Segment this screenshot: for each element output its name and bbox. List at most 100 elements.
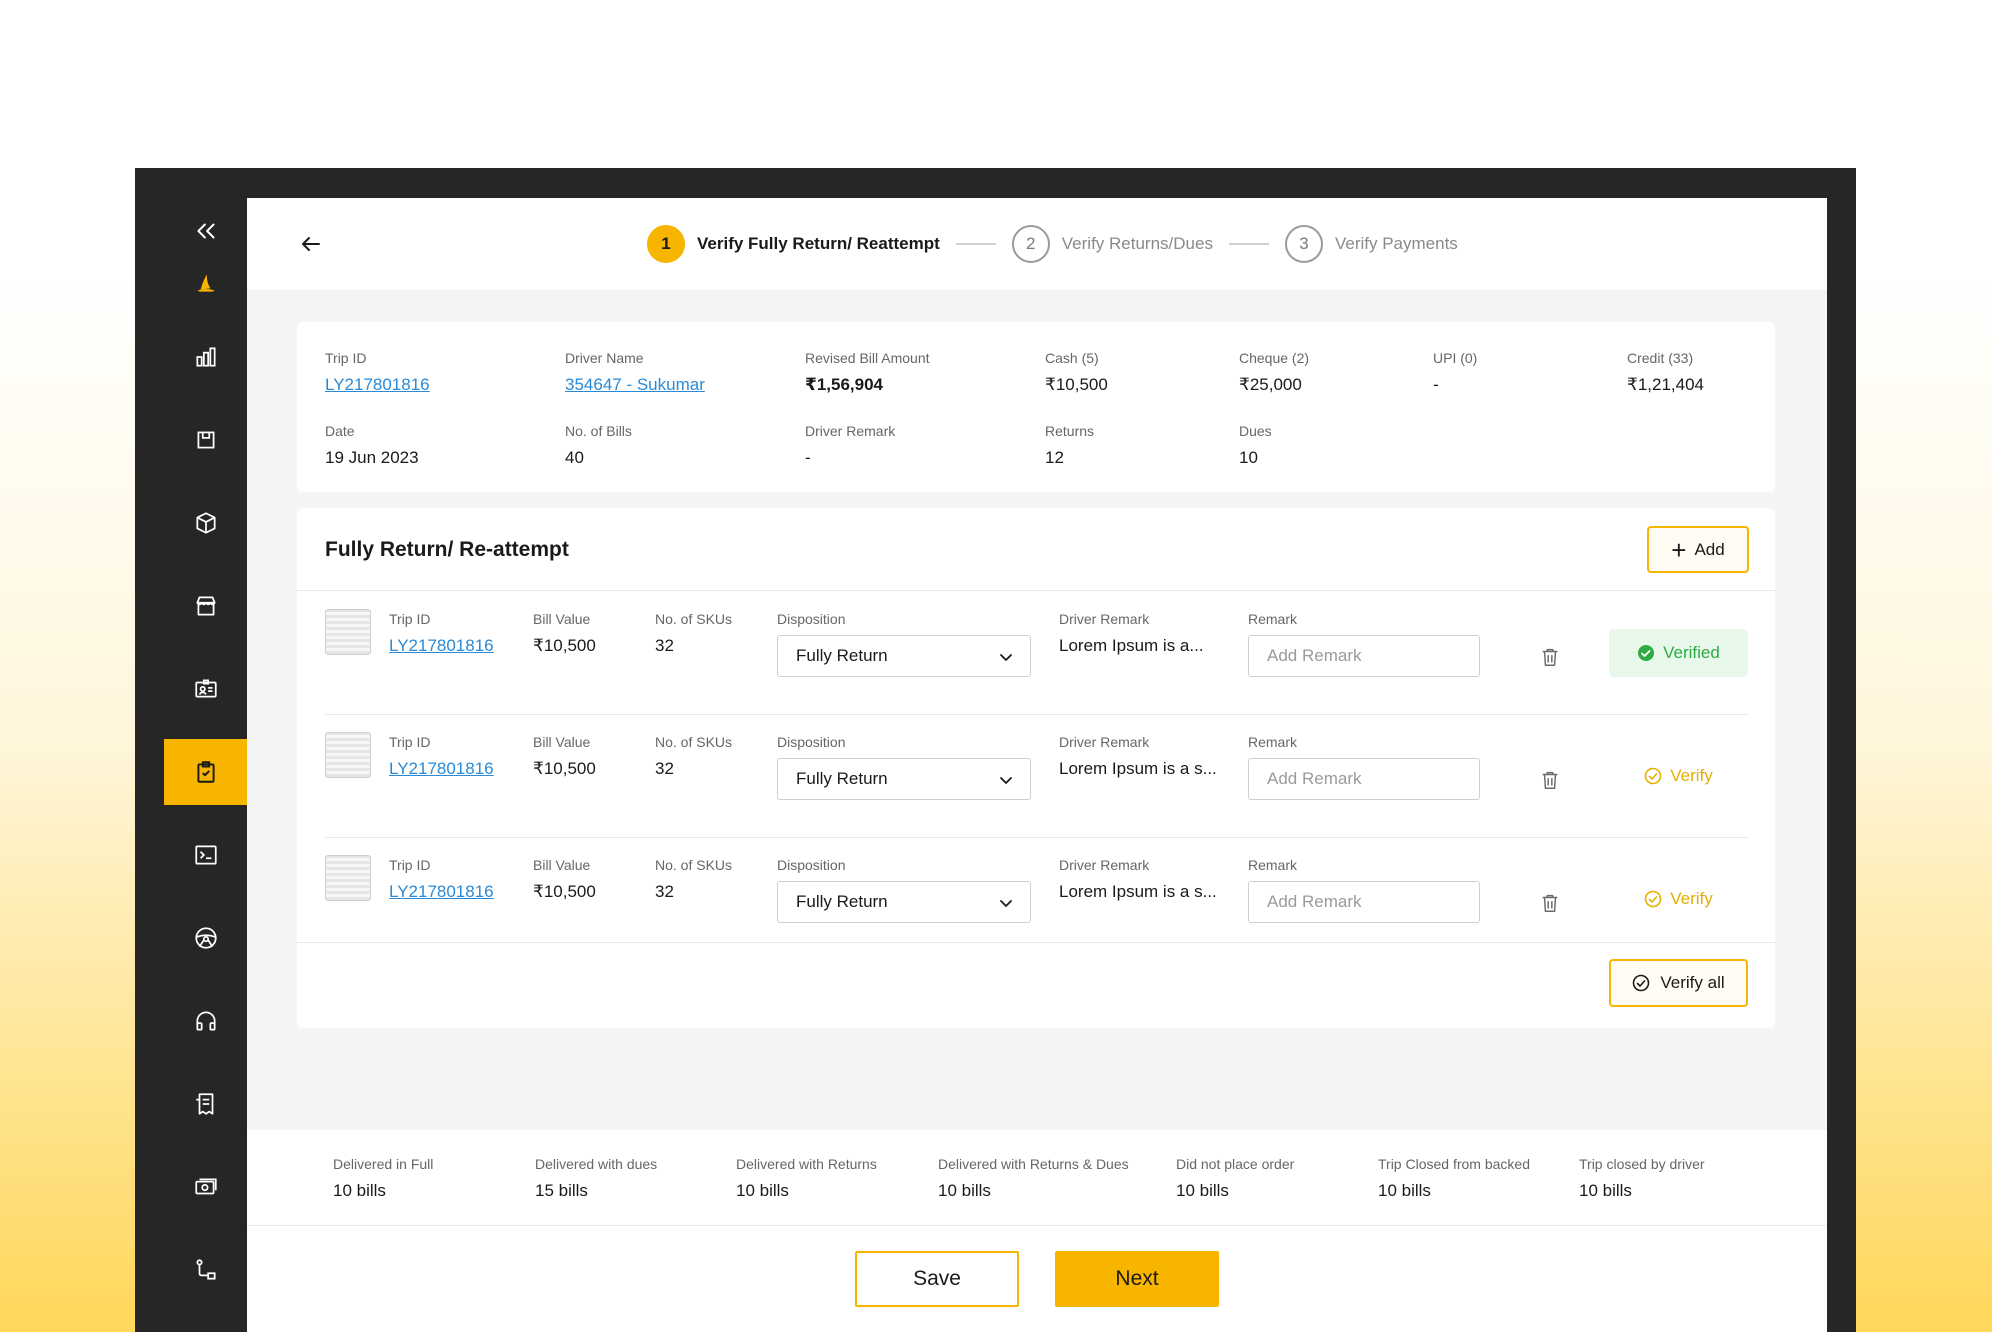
chevron-down-icon xyxy=(1000,900,1012,907)
col-label: Disposition xyxy=(777,857,846,873)
trash-icon[interactable] xyxy=(1539,892,1561,914)
cash-icon[interactable] xyxy=(164,1154,247,1220)
summary-value: 10 bills xyxy=(1579,1181,1632,1200)
logo-icon[interactable] xyxy=(164,250,247,316)
col-label: Remark xyxy=(1248,734,1298,750)
summary-item: Delivered with Returns 10 bills xyxy=(736,1156,877,1201)
trip-id-link[interactable]: LY217801816 xyxy=(389,636,494,656)
remark-input[interactable] xyxy=(1248,635,1480,677)
col-label: Disposition xyxy=(777,611,846,627)
col-skus: No. of SKUs 32 xyxy=(655,611,732,656)
summary-item: Did not place order 10 bills xyxy=(1176,1156,1294,1201)
col-disposition: Disposition xyxy=(777,857,845,873)
info-label: Credit (33) xyxy=(1627,350,1694,366)
trash-icon[interactable] xyxy=(1539,769,1561,791)
info-value: ₹1,56,904 xyxy=(805,375,884,394)
clipboard-check-icon[interactable] xyxy=(164,739,247,805)
receipt-icon[interactable] xyxy=(164,1071,247,1137)
info-cheque: Cheque (2) ₹25,000 xyxy=(1239,350,1309,395)
info-label: Returns xyxy=(1045,423,1095,439)
verify-all-button[interactable]: Verify all xyxy=(1609,959,1748,1007)
col-remark: Remark xyxy=(1248,734,1297,750)
trip-id-link[interactable]: LY217801816 xyxy=(325,375,430,395)
summary-label: Trip Closed from backed xyxy=(1378,1156,1530,1172)
col-disposition: Disposition xyxy=(777,611,845,627)
route-icon[interactable] xyxy=(164,1237,247,1303)
analytics-icon[interactable] xyxy=(164,324,247,390)
top-bar: 1 Verify Fully Return/ Reattempt 2 Verif… xyxy=(247,198,1827,290)
summary-item: Trip Closed from backed 10 bills xyxy=(1378,1156,1530,1201)
store-icon[interactable] xyxy=(164,573,247,639)
id-card-icon[interactable] xyxy=(164,656,247,722)
info-trip-id: Trip ID LY217801816 xyxy=(325,350,430,395)
disposition-select[interactable]: Fully Return xyxy=(777,758,1031,800)
summary-label: Trip closed by driver xyxy=(1579,1156,1705,1172)
add-button[interactable]: + Add xyxy=(1647,526,1749,573)
plus-icon: + xyxy=(1671,534,1687,565)
bill-thumbnail[interactable] xyxy=(325,609,371,655)
summary-item: Delivered in Full 10 bills xyxy=(333,1156,433,1201)
disposition-select[interactable]: Fully Return xyxy=(777,635,1031,677)
verify-button[interactable]: Verify xyxy=(1609,875,1748,923)
save-button[interactable]: Save xyxy=(855,1251,1019,1307)
step-label: Verify Returns/Dues xyxy=(1061,234,1213,253)
remark-input[interactable] xyxy=(1248,881,1480,923)
summary-label: Delivered with dues xyxy=(535,1156,658,1172)
step-3[interactable]: 3 Verify Payments xyxy=(1284,225,1458,263)
col-skus: No. of SKUs 32 xyxy=(655,734,732,779)
chevron-down-icon xyxy=(1000,654,1012,661)
summary-label: Did not place order xyxy=(1176,1156,1295,1172)
back-arrow-icon[interactable] xyxy=(299,232,323,256)
headphones-icon[interactable] xyxy=(164,988,247,1054)
step-connector xyxy=(955,243,996,245)
info-label: Cash (5) xyxy=(1045,350,1099,366)
next-button[interactable]: Next xyxy=(1055,1251,1219,1307)
col-label: No. of SKUs xyxy=(655,734,733,750)
info-cash: Cash (5) ₹10,500 xyxy=(1045,350,1108,395)
disposition-select[interactable]: Fully Return xyxy=(777,881,1031,923)
remark-input[interactable] xyxy=(1248,758,1480,800)
check-circle-icon xyxy=(1644,890,1662,908)
step-number: 2 xyxy=(1011,225,1050,263)
summary-item: Trip closed by driver 10 bills xyxy=(1579,1156,1705,1201)
skus-value: 32 xyxy=(655,882,674,901)
step-1[interactable]: 1 Verify Fully Return/ Reattempt xyxy=(647,225,940,263)
step-number: 1 xyxy=(647,225,685,263)
main-screen: 1 Verify Fully Return/ Reattempt 2 Verif… xyxy=(247,198,1827,1332)
col-remark: Remark xyxy=(1248,857,1297,873)
driver-remark-value: Lorem Ipsum is a s... xyxy=(1059,759,1217,778)
step-2[interactable]: 2 Verify Returns/Dues xyxy=(1011,225,1213,263)
driver-name-link[interactable]: 354647 - Sukumar xyxy=(565,375,705,395)
verify-all-label: Verify all xyxy=(1660,973,1725,992)
info-value: 19 Jun 2023 xyxy=(325,448,419,467)
disposition-value: Fully Return xyxy=(796,769,888,788)
col-label: Bill Value xyxy=(533,611,591,627)
info-label: Cheque (2) xyxy=(1239,350,1310,366)
check-circle-icon xyxy=(1638,645,1655,661)
summary-strip: Delivered in Full 10 bills Delivered wit… xyxy=(247,1130,1827,1226)
verify-button[interactable]: Verify xyxy=(1609,752,1748,800)
summary-label: Delivered with Returns & Dues xyxy=(938,1156,1129,1172)
col-disposition: Disposition xyxy=(777,734,845,750)
summary-value: 10 bills xyxy=(736,1181,789,1200)
col-skus: No. of SKUs 32 xyxy=(655,857,732,902)
bill-thumbnail[interactable] xyxy=(325,732,371,778)
info-driver-name: Driver Name 354647 - Sukumar xyxy=(565,350,705,395)
summary-value: 10 bills xyxy=(938,1181,991,1200)
package-icon[interactable] xyxy=(164,490,247,556)
save-icon[interactable] xyxy=(164,407,247,473)
status-label: Verify xyxy=(1670,889,1713,908)
col-trip-id: Trip ID LY217801816 xyxy=(389,857,494,902)
col-label: Driver Remark xyxy=(1059,734,1150,750)
info-revised-bill: Revised Bill Amount ₹1,56,904 xyxy=(805,350,930,395)
trash-icon[interactable] xyxy=(1539,646,1561,668)
trip-id-link[interactable]: LY217801816 xyxy=(389,882,494,902)
steering-wheel-icon[interactable] xyxy=(164,905,247,971)
col-driver-remark: Driver Remark Lorem Ipsum is a s... xyxy=(1059,734,1217,779)
bill-value: ₹10,500 xyxy=(533,759,596,778)
terminal-icon[interactable] xyxy=(164,822,247,888)
info-credit: Credit (33) ₹1,21,404 xyxy=(1627,350,1704,395)
sidebar xyxy=(164,198,247,1332)
trip-id-link[interactable]: LY217801816 xyxy=(389,759,494,779)
bill-thumbnail[interactable] xyxy=(325,855,371,901)
